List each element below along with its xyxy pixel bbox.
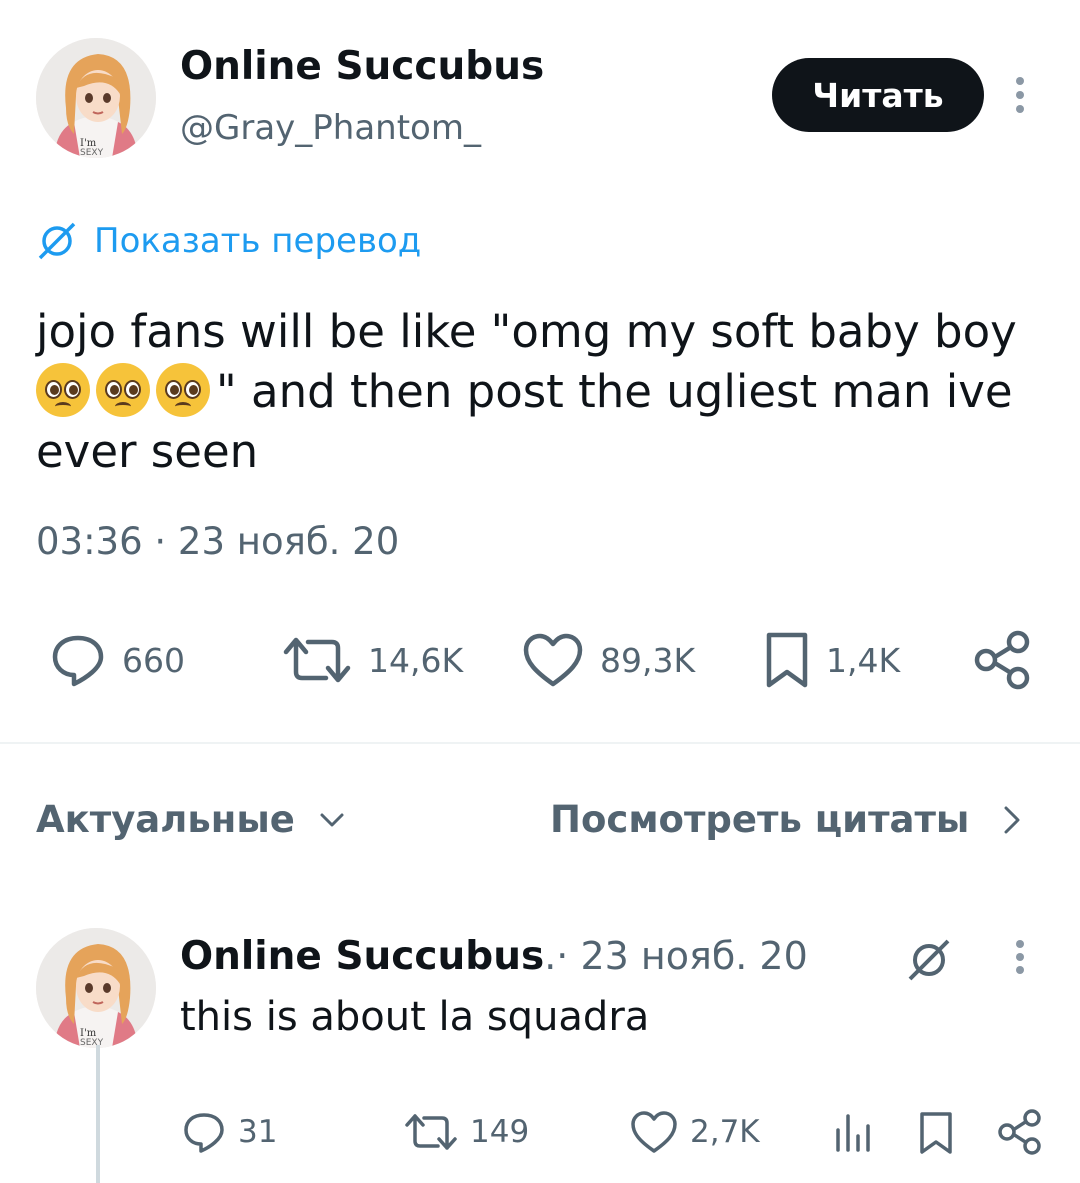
reply-more-options-icon[interactable] xyxy=(1015,940,1025,974)
show-translation-link[interactable]: Показать перевод xyxy=(36,220,421,262)
avatar-illustration: I'm SEXY xyxy=(36,928,156,1048)
pleading-face-emoji xyxy=(36,363,90,417)
reply-header: Online Succubus . · 23 нояб. 20 xyxy=(180,934,808,979)
globe-translate-icon xyxy=(908,939,950,981)
like-button[interactable]: 89,3K xyxy=(522,632,695,688)
author-handle[interactable]: @Gray_Phantom_ xyxy=(180,108,481,148)
more-options-icon[interactable] xyxy=(1015,77,1025,113)
like-count: 89,3K xyxy=(600,640,696,680)
section-divider xyxy=(0,742,1080,744)
reply-author-name[interactable]: Online Succubus xyxy=(180,934,544,979)
svg-text:SEXY: SEXY xyxy=(80,148,104,158)
follow-button[interactable]: Читать xyxy=(772,58,984,132)
reply-author-suffix: . xyxy=(544,934,557,978)
retweet-count: 14,6K xyxy=(368,640,464,680)
view-quotes-label: Посмотреть цитаты xyxy=(550,798,970,841)
thread-connector-line xyxy=(96,1045,100,1183)
reply-icon xyxy=(184,1113,224,1153)
show-translation-label: Показать перевод xyxy=(94,221,422,261)
sort-label: Актуальные xyxy=(36,798,295,841)
reply-views-button[interactable] xyxy=(834,1112,872,1156)
pleading-face-emoji xyxy=(96,363,150,417)
reply-count: 660 xyxy=(122,640,185,680)
reply-date[interactable]: · 23 нояб. 20 xyxy=(556,934,808,978)
avatar-illustration: I'm SEXY xyxy=(36,38,156,158)
retweet-button[interactable]: 14,6K xyxy=(282,632,463,688)
bookmark-count: 1,4K xyxy=(826,640,901,680)
tweet-timestamp[interactable]: 03:36 · 23 нояб. 20 xyxy=(36,520,399,563)
reply-like-button[interactable]: 2,7K xyxy=(630,1110,760,1154)
chevron-right-icon xyxy=(1004,806,1020,833)
reply-icon xyxy=(52,635,104,687)
views-chart-icon xyxy=(836,1114,870,1152)
reply-share-button[interactable] xyxy=(996,1108,1044,1160)
author-name[interactable]: Online Succubus xyxy=(180,44,544,89)
reply-reply-button[interactable]: 31 xyxy=(182,1110,277,1154)
globe-translate-icon xyxy=(38,222,76,260)
author-avatar[interactable]: I'm SEXY xyxy=(36,38,156,158)
bookmark-button[interactable]: 1,4K xyxy=(764,630,900,690)
sort-dropdown[interactable]: Актуальные xyxy=(36,798,345,841)
reply-bookmark-button[interactable] xyxy=(918,1110,954,1160)
share-icon xyxy=(974,630,1030,690)
bookmark-icon xyxy=(920,1112,952,1154)
heart-icon xyxy=(523,633,583,687)
share-icon xyxy=(998,1109,1041,1155)
share-button[interactable] xyxy=(972,630,1034,696)
svg-text:SEXY: SEXY xyxy=(80,1038,104,1048)
reply-retweet-count: 149 xyxy=(470,1114,530,1150)
reply-retweet-button[interactable]: 149 xyxy=(404,1110,529,1154)
heart-icon xyxy=(631,1111,677,1153)
view-quotes-link[interactable]: Посмотреть цитаты xyxy=(550,798,1021,841)
bookmark-icon xyxy=(766,632,808,688)
retweet-icon xyxy=(405,1114,457,1150)
retweet-icon xyxy=(283,637,351,683)
reply-text: this is about la squadra xyxy=(180,994,650,1040)
tweet-text-part1: jojo fans will be like "omg my soft baby… xyxy=(36,305,1017,358)
chevron-down-icon xyxy=(320,813,344,826)
reply-button[interactable]: 660 xyxy=(50,632,185,688)
reply-translate-button[interactable] xyxy=(900,938,958,986)
pleading-face-emoji xyxy=(156,363,210,417)
reply-like-count: 2,7K xyxy=(690,1114,760,1150)
reply-reply-count: 31 xyxy=(238,1114,278,1150)
reply-author-avatar[interactable]: I'm SEXY xyxy=(36,928,156,1048)
tweet-text: jojo fans will be like "omg my soft baby… xyxy=(36,302,1046,482)
